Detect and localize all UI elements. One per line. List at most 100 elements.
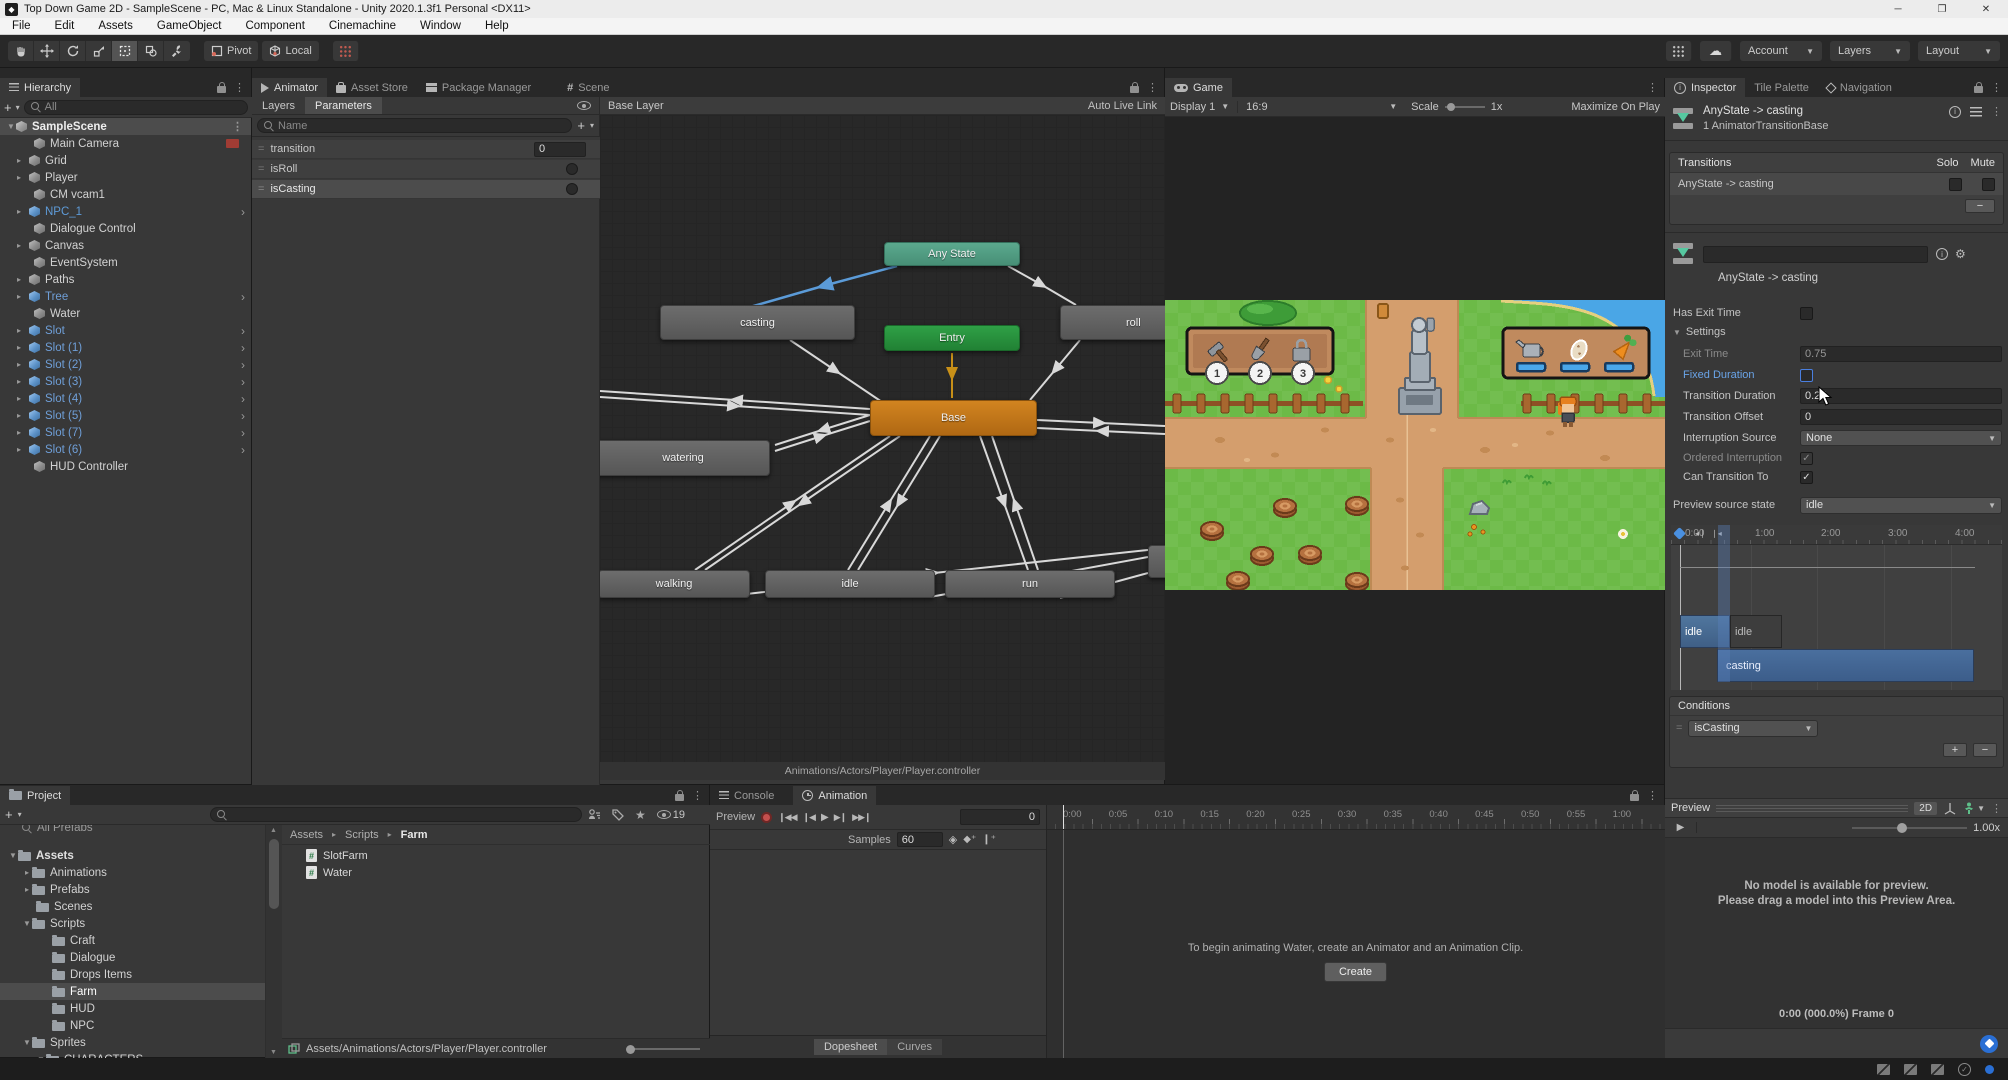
hier-item-hud-controller[interactable]: HUD Controller bbox=[0, 458, 251, 475]
transition-offset-field[interactable]: 0 bbox=[1800, 409, 2002, 425]
account-dropdown[interactable]: Account▼ bbox=[1740, 41, 1822, 61]
hier-item-slot5[interactable]: ▸Slot (5)› bbox=[0, 407, 251, 424]
close-button[interactable]: ✕ bbox=[1964, 0, 2008, 18]
scale-tool-icon[interactable] bbox=[86, 41, 112, 61]
next-key-button[interactable]: ▶❙ bbox=[834, 812, 846, 823]
proj-scenes[interactable]: Scenes bbox=[0, 898, 265, 915]
tab-parameters[interactable]: Parameters bbox=[305, 97, 382, 114]
preview-avatar-icon[interactable]: ▼ bbox=[1963, 802, 1985, 815]
hier-item-player[interactable]: ▸Player bbox=[0, 169, 251, 186]
has-exit-time-checkbox[interactable] bbox=[1800, 307, 1813, 320]
tab-asset-store[interactable]: Asset Store bbox=[327, 78, 417, 97]
transition-preview-track[interactable]: idle idle casting bbox=[1671, 545, 2002, 690]
tab-layers[interactable]: Layers bbox=[252, 97, 305, 114]
interruption-source-dropdown[interactable]: None▼ bbox=[1800, 430, 2002, 446]
preview-2d-button[interactable]: 2D bbox=[1914, 802, 1937, 815]
project-search-input[interactable] bbox=[210, 807, 582, 822]
kebab-icon[interactable]: ⋮ bbox=[1647, 789, 1658, 802]
preview-drag-grip[interactable] bbox=[1716, 805, 1908, 812]
help-icon[interactable] bbox=[1936, 248, 1948, 260]
animation-ruler[interactable]: 0:00 0:05 0:10 0:15 0:20 0:25 0:30 0:35 … bbox=[1046, 805, 1665, 830]
asset-label-tag-icon[interactable] bbox=[1980, 1035, 1998, 1053]
search-by-type-icon[interactable] bbox=[588, 809, 601, 821]
add-object-button[interactable]: + bbox=[4, 100, 12, 115]
scroll-down-icon[interactable]: ▼ bbox=[270, 1049, 277, 1056]
cloud-collab-icon[interactable]: ☁ bbox=[1700, 41, 1732, 61]
prefab-chevron-icon[interactable]: › bbox=[241, 324, 251, 338]
last-key-button[interactable]: ▶▶❙ bbox=[852, 812, 870, 823]
add-parameter-caret-icon[interactable]: ▾ bbox=[590, 121, 594, 130]
add-keyframe-icon[interactable]: ◈ bbox=[949, 833, 957, 846]
proj-hud[interactable]: HUD bbox=[0, 1000, 265, 1017]
warnings-muted-icon[interactable] bbox=[1904, 1064, 1917, 1075]
kebab-icon[interactable]: ⋮ bbox=[1147, 81, 1158, 94]
prefab-chevron-icon[interactable]: › bbox=[241, 409, 251, 423]
state-node-casting[interactable]: casting bbox=[660, 305, 855, 340]
transition-duration-field[interactable]: 0.25 bbox=[1800, 388, 2002, 404]
prev-key-button[interactable]: ❙◀ bbox=[803, 812, 815, 823]
errors-muted-icon[interactable] bbox=[1931, 1064, 1944, 1075]
prefab-chevron-icon[interactable]: › bbox=[241, 443, 251, 457]
lock-icon[interactable] bbox=[1630, 794, 1639, 801]
eye-icon[interactable] bbox=[577, 101, 591, 110]
game-viewport[interactable]: 1 2 3 bbox=[1165, 300, 1665, 590]
timeline-block-idle[interactable]: idle bbox=[1730, 615, 1782, 648]
lock-icon[interactable] bbox=[217, 86, 226, 93]
proj-craft[interactable]: Craft bbox=[0, 932, 265, 949]
state-node-roll[interactable]: roll bbox=[1060, 305, 1165, 340]
proj-drops-items[interactable]: Drops Items bbox=[0, 966, 265, 983]
help-icon[interactable] bbox=[1949, 106, 1961, 118]
settings-foldout[interactable]: ▼ Settings bbox=[1673, 326, 1726, 338]
state-node-base[interactable]: Base bbox=[870, 400, 1037, 436]
preferences-dots-icon[interactable] bbox=[1666, 41, 1692, 61]
create-asset-button[interactable]: + bbox=[5, 807, 13, 822]
transition-ruler[interactable]: 0:00 1:00 2:00 3:00 4:00 ◂❘ ❘◂ bbox=[1671, 525, 2002, 545]
scale-slider[interactable] bbox=[1445, 102, 1485, 112]
hier-item-eventsystem[interactable]: EventSystem bbox=[0, 254, 251, 271]
tab-game[interactable]: Game bbox=[1165, 78, 1232, 97]
timeline-block-casting[interactable]: casting bbox=[1717, 649, 1974, 682]
hier-item-paths[interactable]: ▸Paths bbox=[0, 271, 251, 288]
hier-item-slot[interactable]: ▸Slot› bbox=[0, 322, 251, 339]
hier-item-canvas[interactable]: ▸Canvas bbox=[0, 237, 251, 254]
kebab-icon[interactable]: ⋮ bbox=[1647, 81, 1658, 94]
tab-project[interactable]: Project bbox=[0, 786, 70, 805]
aspect-dropdown[interactable]: 16:9▼ bbox=[1237, 101, 1397, 113]
kebab-icon[interactable]: ⋮ bbox=[1991, 105, 2002, 118]
maximize-button[interactable]: ❐ bbox=[1920, 0, 1964, 18]
tab-inspector[interactable]: Inspector bbox=[1665, 78, 1745, 97]
breadcrumb-scripts[interactable]: Scripts bbox=[345, 829, 379, 841]
hier-item-slot3[interactable]: ▸Slot (3)› bbox=[0, 373, 251, 390]
fixed-duration-checkbox[interactable] bbox=[1800, 369, 1813, 382]
exit-time-field[interactable]: 0.75 bbox=[1800, 346, 2002, 362]
auto-live-link-button[interactable]: Auto Live Link bbox=[1088, 100, 1157, 112]
curves-button[interactable]: Curves bbox=[887, 1039, 942, 1055]
current-frame-field[interactable]: 0 bbox=[960, 809, 1040, 825]
time-cursor[interactable] bbox=[1063, 805, 1064, 830]
project-scrollbar[interactable]: ▲ ▼ bbox=[266, 825, 282, 1058]
transition-list-row[interactable]: AnyState -> casting bbox=[1670, 173, 2003, 195]
dopesheet-button[interactable]: Dopesheet bbox=[814, 1039, 887, 1055]
state-node-run[interactable]: run bbox=[945, 570, 1115, 598]
kebab-icon[interactable]: ⋮ bbox=[234, 81, 245, 94]
scale-slider-knob[interactable] bbox=[1447, 103, 1455, 111]
remove-condition-button[interactable]: − bbox=[1973, 743, 1997, 757]
state-node-walking[interactable]: walking bbox=[600, 570, 750, 598]
record-button[interactable] bbox=[761, 812, 772, 823]
menu-assets[interactable]: Assets bbox=[86, 20, 145, 32]
hier-item-water[interactable]: Water bbox=[0, 305, 251, 322]
samples-field[interactable]: 60 bbox=[897, 832, 943, 847]
transition-end-marker-icon[interactable]: ❘◂ bbox=[1711, 529, 1722, 538]
foldout-icon[interactable]: ▼ bbox=[6, 122, 16, 131]
preview-play-button[interactable]: ▶ bbox=[1665, 822, 1697, 833]
layout-dropdown[interactable]: Layout▼ bbox=[1918, 41, 2000, 61]
playhead-diamond[interactable] bbox=[1673, 527, 1686, 540]
proj-dialogue[interactable]: Dialogue bbox=[0, 949, 265, 966]
tab-animator[interactable]: Animator bbox=[252, 78, 327, 97]
param-row-transition[interactable]: = transition 0 bbox=[252, 140, 600, 159]
play-animation-button[interactable]: ▶ bbox=[821, 812, 828, 823]
layers-dropdown[interactable]: Layers▼ bbox=[1830, 41, 1910, 61]
file-water[interactable]: Water bbox=[282, 864, 710, 881]
proj-characters[interactable]: ▼CHARACTERS bbox=[0, 1051, 265, 1058]
rotate-tool-icon[interactable] bbox=[60, 41, 86, 61]
